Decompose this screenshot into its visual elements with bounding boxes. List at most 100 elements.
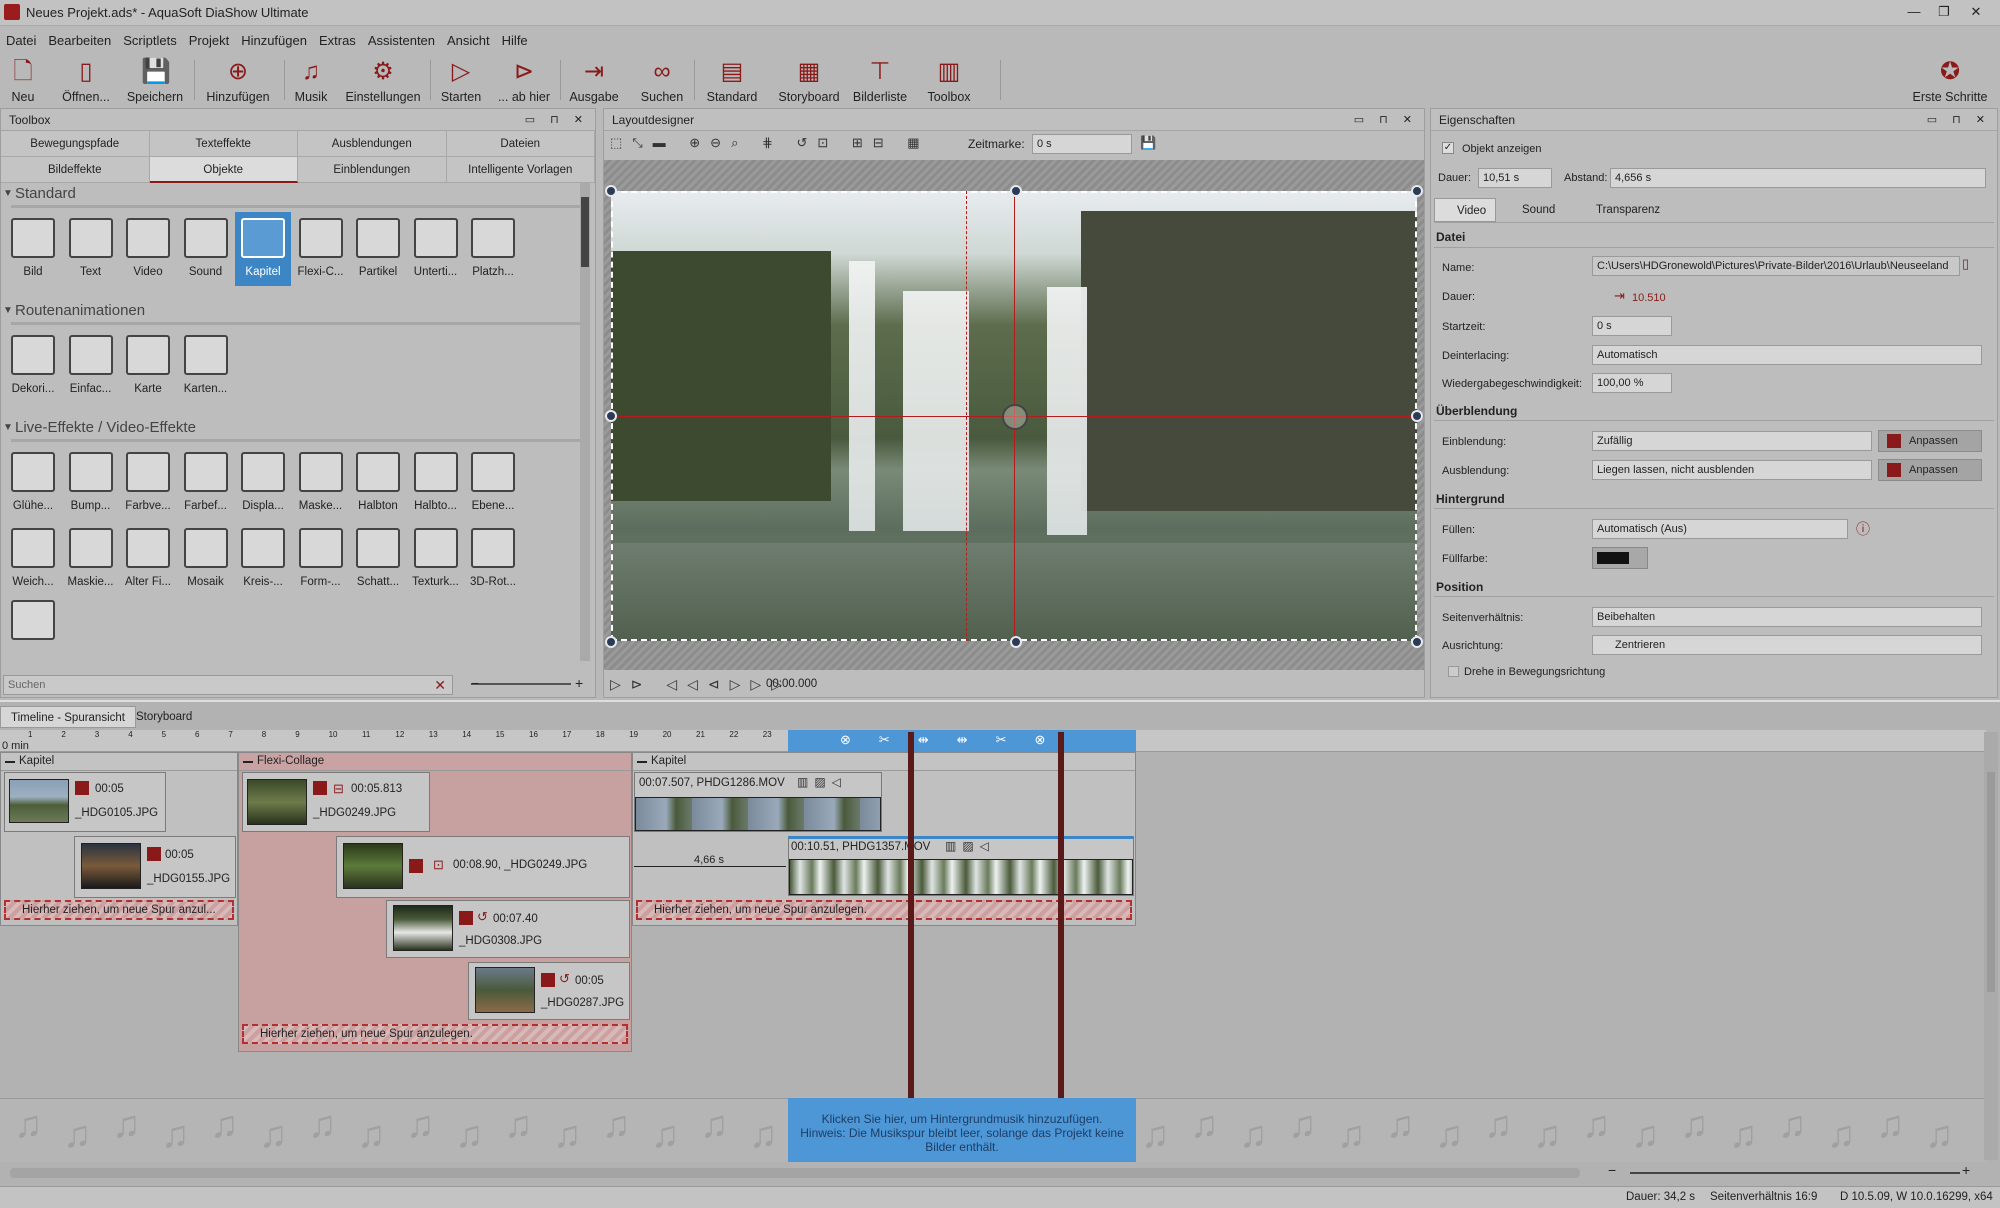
tab-objekte[interactable]: Objekte — [149, 157, 298, 183]
timeline-zoom-out-icon[interactable]: − — [1608, 1162, 1616, 1178]
tool-item-halbto[interactable]: Halbto... — [408, 446, 464, 520]
tab-sound[interactable]: Sound — [1500, 198, 1570, 222]
startzeit-input[interactable]: 0 s — [1592, 316, 1672, 336]
toolbox-button[interactable]: ▥ Toolbox — [920, 52, 978, 106]
music-add-area[interactable]: Klicken Sie hier, um Hintergrundmusik hi… — [788, 1098, 1136, 1162]
ausrichtung-select[interactable]: Zentrieren — [1592, 635, 1982, 655]
dauer-input[interactable]: 10,51 s — [1478, 168, 1552, 188]
tab-video[interactable]: Video — [1434, 198, 1496, 222]
toolbox-scrollbar[interactable] — [580, 183, 590, 661]
öffnen-button[interactable]: ▯ Öffnen... — [58, 52, 114, 106]
info-icon[interactable]: ⓘ — [1856, 519, 1870, 539]
timeline-vertical-scrollbar[interactable] — [1984, 732, 1998, 1160]
clip-hdg0105[interactable]: 00:05 _HDG0105.JPG — [4, 772, 166, 832]
resize-handle[interactable] — [605, 636, 617, 648]
tool-item-weich[interactable]: Weich... — [5, 522, 61, 596]
clear-search-icon[interactable]: ✕ — [434, 677, 446, 694]
resize-handle[interactable] — [1010, 185, 1022, 197]
tab-bewegungspfade[interactable]: Bewegungspfade — [1, 131, 150, 157]
clip-hdg0155[interactable]: 00:05 _HDG0155.JPG — [74, 836, 236, 898]
effect-tile-extra[interactable] — [5, 600, 61, 644]
resize-handle[interactable] — [605, 410, 617, 422]
tool-item-video[interactable]: Video — [120, 212, 176, 286]
browse-file-icon[interactable]: ▯ — [1962, 256, 1969, 272]
einblendung-select[interactable]: Zufällig — [1592, 431, 1872, 451]
clip-hdg0249-b[interactable]: ⊡ 00:08.90, _HDG0249.JPG — [336, 836, 630, 898]
menu-hilfe[interactable]: Hilfe — [496, 30, 534, 48]
tab-dateien[interactable]: Dateien — [446, 131, 595, 157]
tool-item-mosaik[interactable]: Mosaik — [178, 522, 234, 596]
section-standard[interactable]: Standard — [1, 183, 595, 205]
rotation-center-handle[interactable] — [1002, 404, 1028, 430]
menu-projekt[interactable]: Projekt — [183, 30, 235, 48]
storyboard-button[interactable]: ▦ Storyboard — [772, 52, 846, 106]
timeline-horizontal-scrollbar[interactable] — [10, 1168, 1580, 1178]
tool-item-glühe[interactable]: Glühe... — [5, 446, 61, 520]
resize-handle[interactable] — [605, 185, 617, 197]
suchen-button[interactable]: ∞ Suchen — [636, 52, 688, 106]
tab-texteffekte[interactable]: Texteffekte — [149, 131, 298, 157]
tab-transparenz[interactable]: Transparenz — [1574, 198, 1674, 222]
tab-einblendungen[interactable]: Einblendungen — [298, 157, 447, 183]
panel-window-buttons[interactable]: ▭ ⊓ ✕ — [1354, 109, 1418, 131]
tab-ausblendungen[interactable]: Ausblendungen — [298, 131, 447, 157]
toolbox-search-input[interactable]: Suchen ✕ — [3, 675, 453, 695]
tool-item-displa[interactable]: Displa... — [235, 446, 291, 520]
tool-item-farbve[interactable]: Farbve... — [120, 446, 176, 520]
tool-item-maske[interactable]: Maske... — [293, 446, 349, 520]
timeline-selection-range[interactable]: ⊗✂⇹⇹✂⊗ — [788, 730, 1136, 752]
maximize-button[interactable]: ❐ — [1930, 2, 1958, 22]
tool-item-sound[interactable]: Sound — [178, 212, 234, 286]
tool-item-farbef[interactable]: Farbef... — [178, 446, 234, 520]
zoom-out-icon[interactable]: − — [471, 675, 479, 691]
tool-item-partikel[interactable]: Partikel — [350, 212, 406, 286]
file-name-field[interactable]: C:\Users\HDGronewold\Pictures\Private-Bi… — [1592, 256, 1960, 276]
show-object-checkbox[interactable]: ✓ — [1442, 142, 1454, 154]
tab-bildeffekte[interactable]: Bildeffekte — [1, 157, 150, 183]
timeline-zoom-slider[interactable] — [1630, 1172, 1960, 1174]
play-controls-icons[interactable]: ▷⊳ ◁◁⊲▷▷▷ — [610, 676, 792, 693]
fuellfarbe-swatch[interactable] — [1592, 547, 1648, 569]
speichern-button[interactable]: 💾 Speichern — [124, 52, 186, 106]
tab-timeline-spuransicht[interactable]: Timeline - Spuransicht — [0, 706, 136, 728]
neu-button[interactable]: 🗋 Neu — [0, 52, 46, 106]
minimize-button[interactable]: — — [1900, 2, 1928, 22]
seitenverhaeltnis-select[interactable]: Beibehalten — [1592, 607, 1982, 627]
tool-item-maskie[interactable]: Maskie... — [63, 522, 119, 596]
speed-input[interactable]: 100,00 % — [1592, 373, 1672, 393]
hinzufügen-button[interactable]: ⊕ Hinzufügen — [202, 52, 274, 106]
resize-handle[interactable] — [1010, 636, 1022, 648]
tab-storyboard[interactable]: Storyboard — [126, 706, 202, 728]
menu-assistenten[interactable]: Assistenten — [362, 30, 441, 48]
resize-handle[interactable] — [1411, 636, 1423, 648]
erste-schritte-button[interactable]: ✪ Erste Schritte — [1910, 52, 1990, 106]
bilderliste-button[interactable]: ⊤ Bilderliste — [848, 52, 912, 106]
tool-item-alter-fi[interactable]: Alter Fi... — [120, 522, 176, 596]
standard-button[interactable]: ▤ Standard — [700, 52, 764, 106]
zeitmarke-input[interactable]: 0 s — [1032, 134, 1132, 154]
tool-item-bump[interactable]: Bump... — [63, 446, 119, 520]
drehe-checkbox[interactable] — [1448, 666, 1459, 677]
new-track-dropzone[interactable]: Hierher ziehen, um neue Spur anzul... — [4, 900, 234, 920]
preview-image[interactable] — [611, 191, 1417, 641]
tool-item-flexi-c[interactable]: Flexi-C... — [293, 212, 349, 286]
tool-item-halbton[interactable]: Halbton — [350, 446, 406, 520]
tool-item-form[interactable]: Form-... — [293, 522, 349, 596]
range-markers-icons[interactable]: ⊗✂⇹⇹✂⊗ — [840, 732, 1073, 748]
ausblendung-select[interactable]: Liegen lassen, nicht ausblenden — [1592, 460, 1872, 480]
tool-item-karten[interactable]: Karten... — [178, 329, 234, 403]
tool-item-einfac[interactable]: Einfac... — [63, 329, 119, 403]
menu-bearbeiten[interactable]: Bearbeiten — [42, 30, 117, 48]
section-routenanimationen[interactable]: Routenanimationen — [1, 300, 595, 322]
timeline-zoom-in-icon[interactable]: + — [1962, 1162, 1970, 1178]
ausgabe-button[interactable]: ⇥ Ausgabe — [566, 52, 622, 106]
tool-item-dekori[interactable]: Dekori... — [5, 329, 61, 403]
menu-datei[interactable]: Datei — [0, 30, 42, 48]
tab-intelligente-vorlagen[interactable]: Intelligente Vorlagen — [446, 157, 595, 183]
resize-handle[interactable] — [1411, 185, 1423, 197]
musik-button[interactable]: ♫ Musik — [290, 52, 332, 106]
zoom-in-icon[interactable]: + — [575, 675, 583, 691]
clip-phdg1286[interactable]: 00:07.507, PHDG1286.MOV ▥▨◁ — [634, 772, 882, 832]
resize-handle[interactable] — [1411, 410, 1423, 422]
new-track-dropzone-flexi[interactable]: Hierher ziehen, um neue Spur anzulegen. — [242, 1024, 628, 1044]
